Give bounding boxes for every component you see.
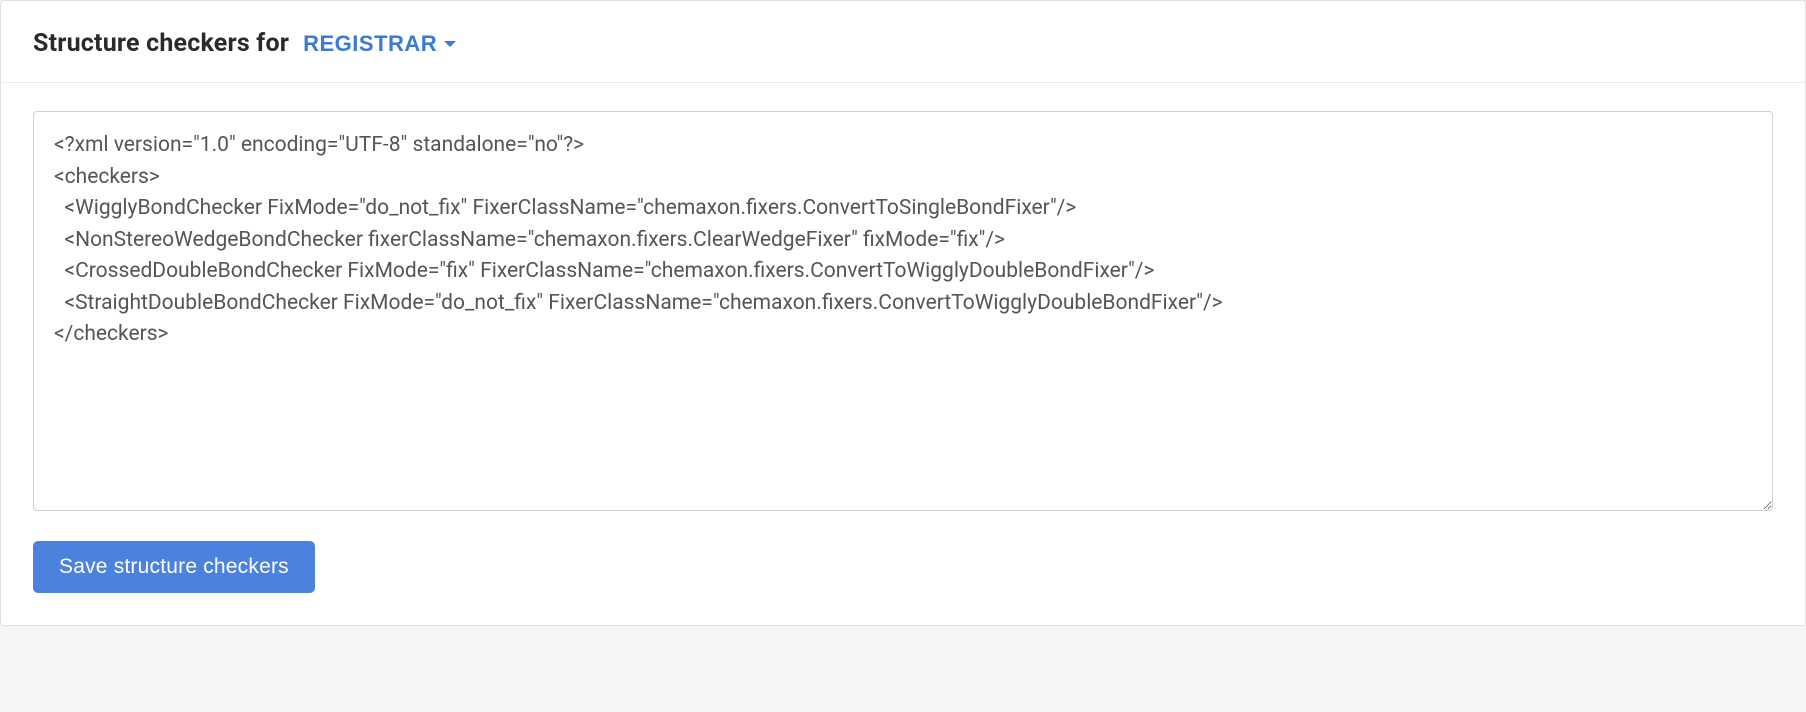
panel-title: Structure checkers for (33, 29, 289, 58)
structure-checkers-xml-input[interactable] (33, 111, 1773, 511)
role-dropdown-label: REGISTRAR (303, 31, 437, 57)
save-structure-checkers-button[interactable]: Save structure checkers (33, 541, 315, 593)
caret-down-icon (443, 40, 457, 49)
structure-checkers-panel: Structure checkers for REGISTRAR Save st… (0, 0, 1806, 626)
panel-body: Save structure checkers (1, 83, 1805, 625)
role-dropdown[interactable]: REGISTRAR (303, 31, 457, 57)
panel-header: Structure checkers for REGISTRAR (1, 1, 1805, 83)
